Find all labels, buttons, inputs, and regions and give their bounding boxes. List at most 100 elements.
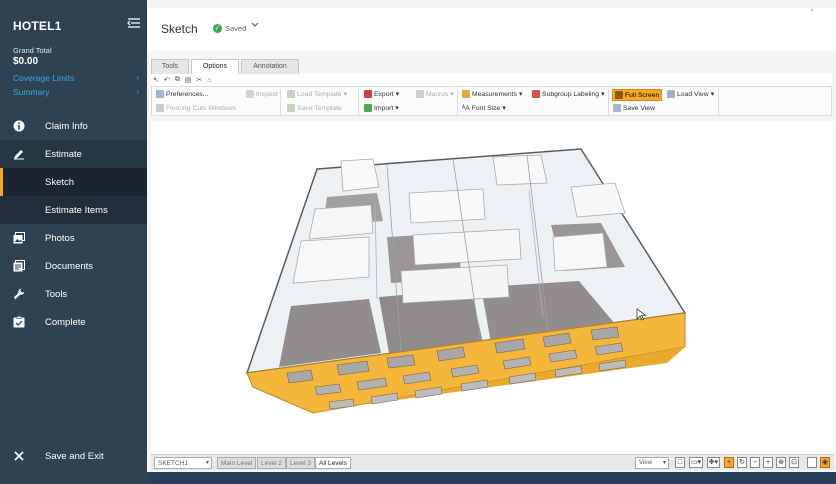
inspect-icon	[246, 90, 254, 98]
tab-annotation[interactable]: Annotation	[241, 59, 299, 74]
sidebar: HOTEL1 Grand Total $0.00 Coverage Limits…	[0, 0, 147, 484]
coverage-limits-link[interactable]: Coverage Limits ›	[13, 73, 139, 83]
add-point-icon[interactable]: +	[724, 457, 734, 468]
preferences-button[interactable]: Preferences...	[156, 90, 208, 98]
level-tab-2[interactable]: Level 2	[257, 457, 286, 469]
ribbon-separator	[358, 89, 359, 115]
load-view-button[interactable]: Load View ▾	[667, 90, 714, 98]
load-template-button[interactable]: Load Template ▾	[287, 90, 347, 98]
rotate-icon[interactable]: ↻	[737, 457, 747, 468]
documents-icon	[13, 260, 25, 272]
level-tab-3[interactable]: Level 3	[286, 457, 315, 469]
load-view-icon	[667, 90, 675, 98]
claim-summary: HOTEL1 Grand Total $0.00 Coverage Limits…	[0, 0, 147, 111]
ribbon-separator	[457, 89, 458, 115]
collapse-sidebar-icon[interactable]	[127, 17, 141, 29]
grand-total-value: $0.00	[13, 56, 39, 67]
paste-icon[interactable]: ▤	[185, 76, 192, 84]
preferences-icon	[156, 90, 164, 98]
nav-documents[interactable]: Documents	[0, 252, 147, 280]
page-header: Sketch ✓ Saved ×	[147, 8, 836, 51]
level-tab-main[interactable]: Main Level	[217, 457, 257, 469]
close-icon	[14, 451, 24, 461]
interior-wall	[570, 182, 626, 218]
zoom-in-icon[interactable]: +	[763, 457, 773, 468]
zoom-out-icon[interactable]: −	[750, 457, 760, 468]
interior-wall	[340, 158, 380, 192]
save-status-label: Saved	[225, 24, 247, 33]
chevron-right-icon: ›	[136, 73, 139, 82]
save-template-icon	[287, 104, 295, 112]
nav-complete[interactable]: Complete	[0, 308, 147, 336]
macros-icon	[416, 90, 424, 98]
photos-icon	[13, 232, 25, 244]
nav-tools[interactable]: Tools	[0, 280, 147, 308]
export-button[interactable]: Export ▾	[364, 90, 399, 98]
zoom-window-icon[interactable]: ⊡	[789, 457, 799, 468]
settings-toggle-icon[interactable]: ◉	[820, 457, 830, 468]
view-selector[interactable]: View ▾	[635, 457, 669, 469]
ruler-icon	[462, 90, 470, 98]
macros-button[interactable]: Macros ▾	[416, 90, 454, 98]
save-template-button[interactable]: Save Template	[287, 104, 342, 112]
nav-claim-info[interactable]: Claim Info	[0, 112, 147, 140]
ribbon-options: Preferences... Inspect Flooring Cuts Win…	[151, 86, 832, 116]
save-status: ✓ Saved	[213, 24, 246, 33]
home-icon[interactable]: ⌂	[207, 77, 211, 84]
os-taskbar-strip	[147, 472, 836, 484]
nav-label: Estimate Items	[45, 205, 108, 216]
close-window-icon[interactable]: ×	[810, 8, 814, 14]
wrench-icon	[13, 288, 25, 300]
tab-options[interactable]: Options	[191, 59, 239, 74]
nav-label: Complete	[45, 317, 86, 328]
main-panel: Sketch ✓ Saved × Tools Options Annotatio…	[147, 0, 836, 484]
sketch-selector[interactable]: SKETCH1 ▾	[154, 457, 212, 469]
nav-sketch[interactable]: Sketch	[0, 168, 147, 196]
quick-access-bar: ↖ ↶ ⧉ ▤ ✂ ⌂	[151, 74, 832, 86]
sketch-status-bar: SKETCH1 ▾ Main Level Level 2 Level 3 All…	[151, 454, 834, 470]
labeling-icon	[532, 90, 540, 98]
level-tab-all[interactable]: All Levels	[315, 457, 351, 469]
building-3d-model[interactable]	[151, 121, 834, 454]
font-size-button[interactable]: ᴬA Font Size ▾	[462, 104, 506, 113]
pointer-icon[interactable]: ↖	[153, 76, 159, 84]
chevron-down-icon: ▾	[205, 460, 209, 466]
nav-label: Documents	[45, 261, 94, 272]
full-screen-button[interactable]: Full Screen	[612, 89, 663, 101]
nav-photos[interactable]: Photos	[0, 224, 147, 252]
checklist-icon	[13, 316, 25, 328]
subgroup-labeling-button[interactable]: Subgroup Labeling ▾	[532, 90, 605, 98]
interior-wall	[412, 228, 522, 266]
ribbon-tabs: Tools Options Annotation	[151, 59, 299, 74]
pan-icon[interactable]: ✥▾	[707, 457, 720, 468]
blank-toggle-icon[interactable]	[807, 457, 817, 468]
nav-save-and-exit[interactable]: Save and Exit	[0, 442, 147, 470]
grand-total-label: Grand Total	[13, 46, 52, 55]
summary-link[interactable]: Summary ›	[13, 87, 139, 97]
measurements-button[interactable]: Measurements ▾	[462, 90, 522, 98]
inspect-button[interactable]: Inspect	[246, 90, 278, 98]
interior-wall	[308, 204, 374, 240]
cut-icon[interactable]: ✂	[196, 76, 202, 84]
nav-label: Claim Info	[45, 121, 88, 132]
nav-estimate-items[interactable]: Estimate Items	[0, 196, 147, 224]
tab-tools[interactable]: Tools	[151, 59, 189, 74]
save-view-button[interactable]: Save View	[613, 104, 655, 112]
undo-icon[interactable]: ↶	[164, 76, 170, 84]
view-mode-icon[interactable]: ▭▾	[689, 457, 703, 468]
nav-label: Sketch	[45, 177, 75, 188]
sketch-canvas[interactable]	[151, 121, 834, 454]
chevron-down-icon: ▾	[662, 460, 666, 466]
import-button[interactable]: Import ▾	[364, 104, 399, 112]
interior-wall	[492, 154, 548, 186]
flooring-cuts-windows-button[interactable]: Flooring Cuts Windows	[156, 104, 236, 112]
page-title: Sketch	[161, 22, 198, 36]
chevron-down-icon[interactable]	[251, 22, 259, 28]
zoom-fit-icon[interactable]: ⊕	[776, 457, 786, 468]
flooring-icon	[156, 104, 164, 112]
interior-wall	[400, 264, 510, 304]
import-icon	[364, 104, 372, 112]
select-box-icon[interactable]: □	[675, 457, 685, 468]
nav-estimate[interactable]: Estimate	[0, 140, 147, 168]
copy-icon[interactable]: ⧉	[175, 76, 180, 84]
